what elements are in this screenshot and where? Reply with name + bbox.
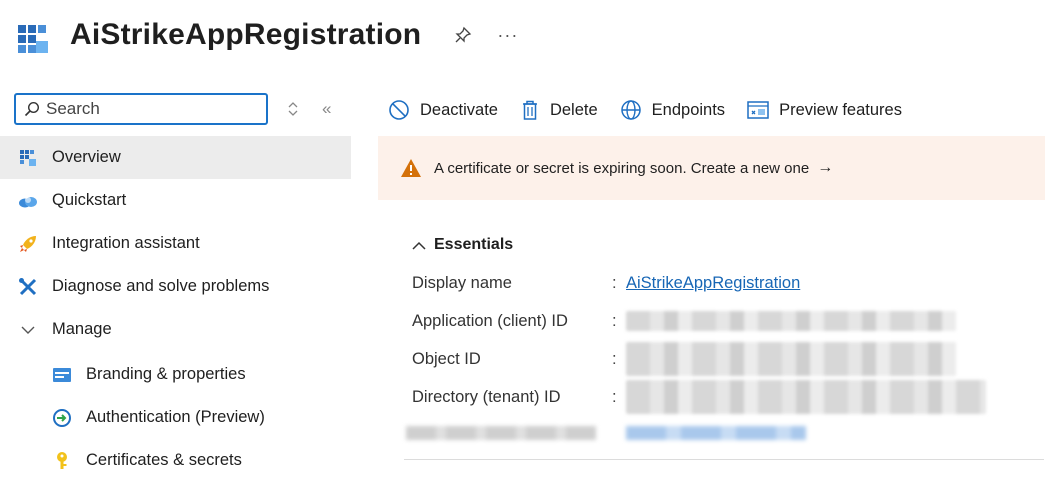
redacted-value	[626, 342, 956, 376]
sidebar-item-label: Manage	[52, 320, 112, 338]
sidebar-item-label: Certificates & secrets	[86, 451, 242, 469]
redacted-link	[626, 426, 806, 440]
pin-icon[interactable]	[453, 25, 473, 45]
sidebar-item-label: Overview	[52, 148, 121, 166]
sidebar-item-label: Integration assistant	[52, 234, 200, 252]
globe-icon	[620, 100, 641, 120]
divider	[404, 459, 1044, 460]
sidebar-item-label: Authentication (Preview)	[86, 408, 265, 426]
command-bar: Deactivate Delete Endpoints Preview feat…	[378, 88, 1045, 132]
collapse-sidebar-icon[interactable]: «	[322, 99, 331, 119]
chevron-down-icon	[18, 320, 38, 340]
rocket-icon	[18, 234, 38, 254]
essentials-properties: Display name : AiStrikeAppRegistration A…	[378, 264, 1045, 416]
expiring-secret-banner[interactable]: A certificate or secret is expiring soon…	[378, 136, 1045, 200]
tools-icon	[18, 277, 38, 297]
delete-button[interactable]: Delete	[520, 99, 598, 121]
branding-icon	[52, 365, 72, 385]
chevron-up-icon	[412, 237, 426, 254]
sidebar-item-quickstart[interactable]: Quickstart	[0, 179, 351, 222]
property-label: Directory (tenant) ID	[412, 387, 561, 406]
redacted-value	[626, 311, 956, 331]
page-title: AiStrikeAppRegistration	[70, 18, 422, 51]
sidebar: « Overview Quickstart Integration assist…	[0, 88, 351, 482]
trash-icon	[522, 100, 537, 120]
property-row: Display name : AiStrikeAppRegistration	[412, 273, 801, 293]
sidebar-item-label: Quickstart	[52, 191, 127, 209]
more-options-icon[interactable]: ···	[497, 25, 518, 46]
sidebar-item-diagnose[interactable]: Diagnose and solve problems	[0, 265, 351, 308]
property-row: Application (client) ID :	[412, 302, 1045, 340]
search-box[interactable]	[14, 93, 268, 125]
property-label: Application (client) ID	[412, 311, 568, 330]
essentials-toggle[interactable]: Essentials	[378, 236, 1045, 254]
app-registration-icon	[18, 25, 48, 53]
redacted-label	[406, 426, 596, 440]
property-row: Directory (tenant) ID :	[412, 378, 1045, 416]
sidebar-item-label: Diagnose and solve problems	[52, 277, 270, 295]
sidebar-item-label: Branding & properties	[86, 365, 246, 383]
warning-icon	[401, 159, 421, 177]
block-icon	[389, 100, 409, 120]
sidebar-item-overview[interactable]: Overview	[0, 136, 351, 179]
page-header: AiStrikeAppRegistration ···	[16, 10, 518, 60]
essentials-title: Essentials	[434, 236, 514, 253]
arrow-right-icon: →	[817, 159, 834, 176]
sidebar-item-integration-assistant[interactable]: Integration assistant	[0, 222, 351, 265]
preview-features-icon	[747, 101, 769, 119]
redacted-value	[626, 380, 986, 414]
sidebar-item-authentication[interactable]: Authentication (Preview)	[0, 396, 351, 439]
preview-features-button[interactable]: Preview features	[747, 100, 902, 120]
search-icon	[24, 101, 40, 117]
cloud-icon	[18, 191, 38, 211]
key-icon	[52, 451, 72, 471]
deactivate-button[interactable]: Deactivate	[388, 99, 498, 121]
authentication-icon	[52, 408, 72, 428]
sidebar-item-branding[interactable]: Branding & properties	[0, 353, 351, 396]
property-label: Display name	[412, 273, 512, 292]
endpoints-button[interactable]: Endpoints	[620, 99, 725, 121]
property-label: Object ID	[412, 349, 481, 368]
redacted-row	[376, 416, 1045, 450]
property-row: Object ID :	[412, 340, 1045, 378]
app-registration-icon	[18, 148, 38, 168]
display-name-link[interactable]: AiStrikeAppRegistration	[626, 274, 800, 293]
sidebar-item-certificates[interactable]: Certificates & secrets	[0, 439, 351, 482]
sort-icon[interactable]	[286, 100, 300, 118]
search-input[interactable]	[46, 99, 246, 119]
search-row: «	[0, 88, 351, 130]
sidebar-group-manage[interactable]: Manage	[0, 308, 351, 351]
banner-text: A certificate or secret is expiring soon…	[434, 159, 810, 177]
main-content: Deactivate Delete Endpoints Preview feat…	[378, 88, 1045, 450]
